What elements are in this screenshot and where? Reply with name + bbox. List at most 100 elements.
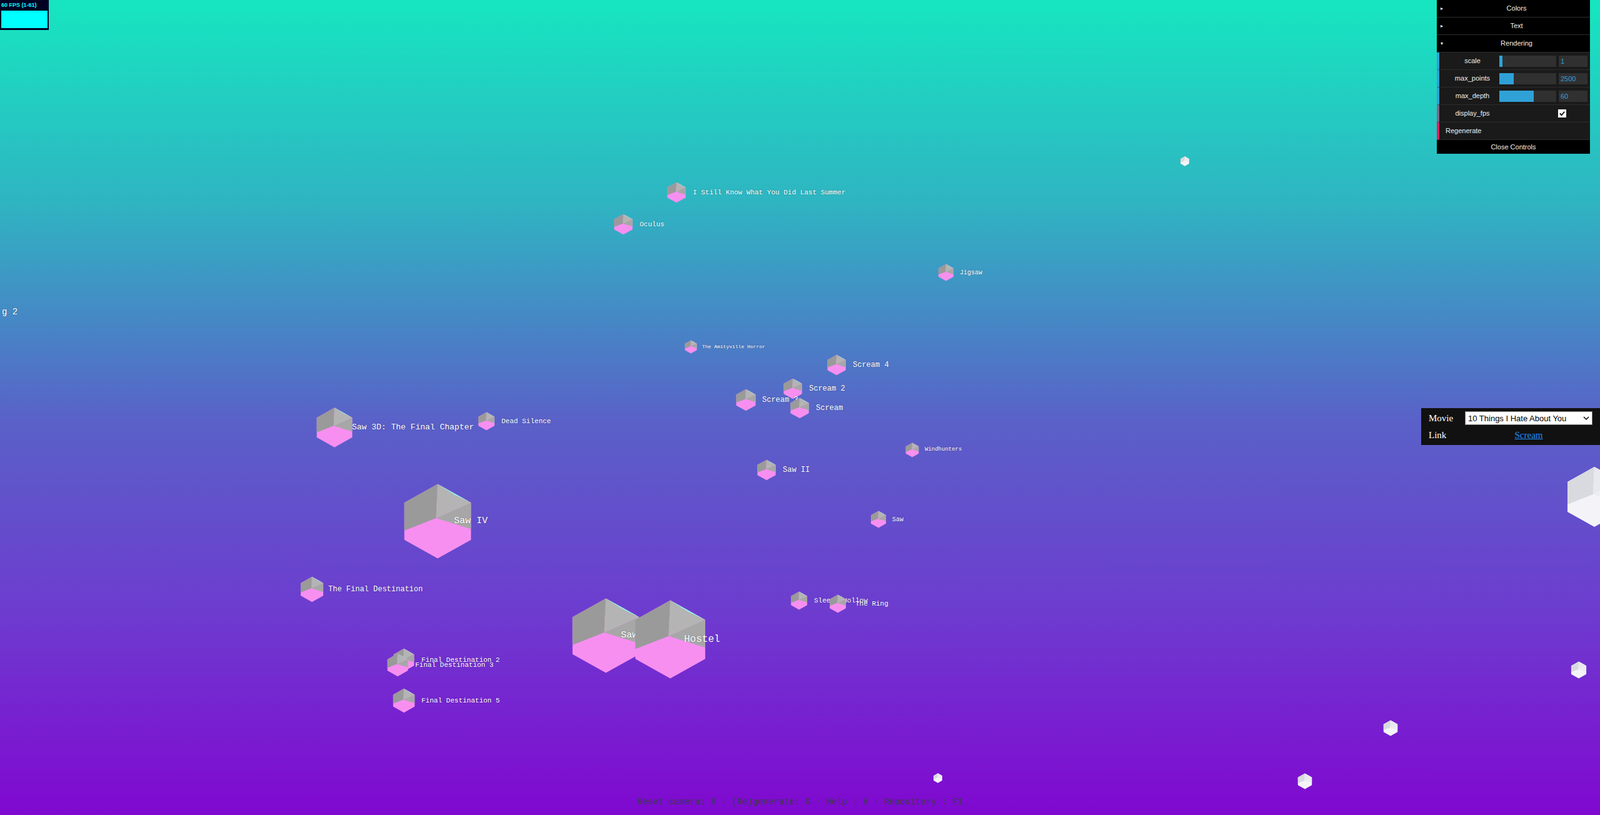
movie-node[interactable]: Saw — [869, 510, 888, 529]
folder-toggle-icon: ▾ — [1440, 40, 1447, 48]
number-input[interactable]: 2500 — [1558, 73, 1588, 85]
node-shape-icon — [684, 340, 698, 354]
node-label: I Still Know What You Did Last Summer — [692, 187, 846, 199]
control-row[interactable]: display_fps — [1436, 105, 1590, 123]
movie-label: Movie — [1428, 411, 1457, 426]
node-shape-icon — [1563, 465, 1600, 529]
node-shape-icon — [1179, 156, 1190, 167]
node-label: Saw 3D: The Final Chapter — [352, 421, 474, 434]
movie-node[interactable] — [1296, 773, 1314, 790]
node-label: The Final Destination — [328, 583, 423, 596]
node-label: The Amityville Horror — [702, 343, 766, 351]
node-shape-icon — [828, 594, 848, 614]
number-input[interactable]: 60 — [1558, 90, 1588, 102]
movie-node[interactable]: The Final Destination — [298, 576, 326, 603]
node-shape-icon — [789, 591, 809, 611]
node-label: Scream 2 — [809, 383, 846, 395]
movie-node[interactable]: Dead Silence — [477, 412, 496, 431]
fps-graph — [1, 10, 48, 29]
slider-track[interactable] — [1499, 73, 1557, 85]
folder-toggle-icon: ▸ — [1440, 22, 1447, 31]
movie-node[interactable]: The Ring — [828, 594, 848, 614]
node-shape-icon — [869, 510, 888, 529]
node-shape-icon — [1382, 720, 1399, 737]
node-shape-icon — [665, 181, 688, 204]
node-shape-icon — [1296, 773, 1314, 790]
node-shape-icon — [313, 407, 356, 449]
fps-reading: 60 FPS (1-61) — [1, 0, 48, 10]
node-shape-icon — [789, 397, 811, 419]
control-row[interactable]: max_depth60 — [1436, 87, 1590, 106]
movie-node[interactable]: Hostel — [629, 598, 711, 681]
movie-select[interactable]: 10 Things I Hate About You — [1464, 411, 1593, 426]
node-shape-icon — [612, 213, 634, 236]
node-label: Windhunters — [924, 445, 962, 455]
fps-meter: 60 FPS (1-61) — [0, 0, 49, 31]
control-row[interactable]: max_points2500 — [1436, 70, 1590, 88]
movie-node[interactable]: Sleepy Hollow — [789, 591, 809, 611]
movie-node[interactable]: The Amityville Horror — [684, 340, 698, 354]
close-controls-button[interactable]: Close Controls — [1436, 140, 1590, 154]
slider-track[interactable] — [1499, 90, 1557, 102]
node-label: Jigsaw — [959, 268, 983, 278]
node-label: Scream 4 — [852, 359, 890, 371]
node-label: Saw — [892, 515, 904, 525]
movie-node[interactable]: Scream 4 — [825, 354, 848, 376]
controls-panel: ▸Colors▸Text▾Renderingscale1max_points25… — [1436, 0, 1590, 154]
node-shape-icon — [298, 576, 326, 603]
movie-node[interactable]: Final Destination 5 — [391, 688, 417, 714]
chevron-down-icon — [1583, 415, 1590, 422]
node-label: Final Destination 5 — [421, 695, 500, 707]
node-shape-icon — [755, 459, 778, 481]
movie-node[interactable] — [932, 773, 943, 784]
movie-node[interactable]: Saw III — [567, 597, 645, 675]
movie-node[interactable] — [1569, 661, 1588, 680]
node-label: Dead Silence — [501, 416, 551, 428]
check-icon — [1558, 110, 1566, 117]
movie-node[interactable]: Scream 3 — [734, 388, 758, 412]
movie-node[interactable] — [1382, 720, 1399, 737]
node-shape-icon — [1569, 661, 1588, 680]
movie-node[interactable]: Windhunters — [904, 442, 920, 458]
link-label: Link — [1428, 428, 1457, 443]
node-label: Final Destination 3 — [415, 660, 494, 671]
node-shape-icon — [825, 354, 848, 376]
folder-title[interactable]: ▾Rendering — [1436, 35, 1590, 53]
movie-link[interactable]: Scream — [1514, 430, 1544, 441]
node-shape-icon — [477, 412, 496, 431]
folder-toggle-icon: ▸ — [1440, 5, 1447, 13]
folder-title[interactable]: ▸Text — [1436, 17, 1590, 36]
display-fps-checkbox[interactable] — [1558, 109, 1567, 118]
slider-fill — [1499, 55, 1503, 67]
movie-node[interactable] — [1563, 465, 1600, 529]
node-label: Saw II — [782, 464, 810, 476]
movie-node[interactable]: I Still Know What You Did Last Summer — [665, 181, 688, 204]
movie-node[interactable]: Final Destination 3 — [385, 653, 410, 678]
movie-node[interactable]: Scream — [789, 397, 811, 419]
node-shape-icon — [932, 773, 943, 784]
node-shape-icon — [904, 442, 920, 458]
control-row[interactable]: scale1 — [1436, 52, 1590, 71]
movie-node[interactable]: Jigsaw — [937, 263, 955, 282]
node-shape-icon — [385, 653, 410, 678]
slider-fill — [1499, 90, 1534, 102]
node-shape-icon — [937, 263, 955, 282]
node-shape-icon — [391, 688, 417, 714]
movie-node[interactable]: Oculus — [612, 213, 634, 236]
node-label: Saw IV — [453, 514, 488, 529]
slider-track[interactable] — [1499, 55, 1557, 67]
node-label: Oculus — [639, 219, 665, 231]
folder-title[interactable]: ▸Colors — [1436, 0, 1590, 18]
movie-node[interactable]: Saw II — [755, 459, 778, 481]
node-label: Hostel — [684, 632, 721, 648]
visualization-page: I Still Know What You Did Last Summer Ocu… — [0, 0, 1600, 815]
node-label: The Ring — [855, 598, 889, 610]
movie-node[interactable] — [1179, 156, 1190, 167]
movie-panel: Movie 10 Things I Hate About You Link Screa… — [1421, 408, 1600, 446]
regenerate-button[interactable]: Regenerate — [1436, 122, 1590, 141]
number-input[interactable]: 1 — [1558, 55, 1588, 67]
node-shape-icon — [734, 388, 758, 412]
slider-fill — [1499, 73, 1514, 85]
movie-node[interactable]: Saw 3D: The Final Chapter — [313, 407, 356, 449]
movie-node[interactable]: Saw IV — [398, 482, 477, 561]
